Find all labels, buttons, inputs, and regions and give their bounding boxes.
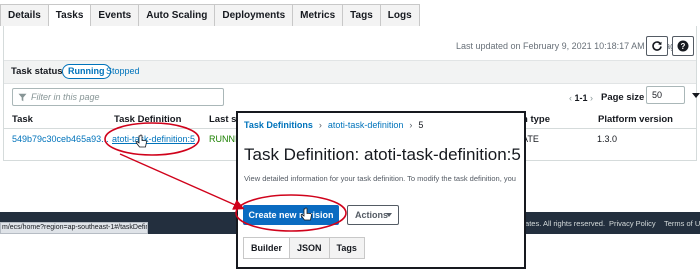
task-definition-overlay: Task Definitions › atoti-task-definition › 5… — [236, 111, 526, 269]
help-icon: ? — [677, 40, 689, 52]
status-running-toggle[interactable]: Running — [62, 64, 111, 79]
annotation-arrow — [119, 153, 245, 210]
refresh-icon — [652, 41, 662, 51]
page-range: 1-1 — [574, 93, 588, 103]
filter-input[interactable]: Filter in this page — [12, 88, 224, 106]
breadcrumb-separator: › — [318, 120, 322, 130]
caret-down-icon — [386, 213, 392, 217]
page-size-label: Page size — [601, 92, 645, 103]
tab-details[interactable]: Details — [0, 4, 49, 26]
breadcrumb-task-family[interactable]: atoti-task-definition — [328, 120, 404, 130]
column-platform-version[interactable]: Platform version — [598, 114, 673, 125]
page-size-select[interactable]: 50 — [646, 86, 700, 104]
actions-label: Actions — [355, 210, 389, 220]
terms-link[interactable]: Terms of Us — [664, 219, 700, 228]
breadcrumb-separator: › — [409, 120, 413, 130]
column-task[interactable]: Task — [12, 114, 33, 125]
task-status-label: Task status: — [11, 66, 66, 77]
breadcrumb: Task Definitions › atoti-task-definition › 5 — [244, 120, 423, 130]
tab-events[interactable]: Events — [91, 4, 140, 26]
footer-rights: ffiliates. All rights reserved. — [516, 219, 606, 228]
task-definition-link[interactable]: atoti-task-definition:5 — [112, 134, 195, 144]
last-status-value: RUNNI — [209, 134, 238, 144]
task-definition-link-text: atoti-task-definition:5 — [112, 134, 196, 144]
breadcrumb-task-definitions[interactable]: Task Definitions — [244, 120, 313, 130]
tab-deployments[interactable]: Deployments — [215, 4, 294, 26]
tab-auto-scaling[interactable]: Auto Scaling — [139, 4, 216, 26]
pagination: ‹ 1-1 › — [569, 93, 593, 103]
status-stopped-link[interactable]: Stopped — [106, 66, 140, 76]
breadcrumb-revision: 5 — [418, 120, 424, 130]
svg-text:?: ? — [681, 42, 686, 51]
refresh-button[interactable] — [646, 36, 668, 56]
task-id-link[interactable]: 549b79c30ceb465a93... — [12, 134, 109, 144]
actions-button[interactable]: Actions — [347, 205, 399, 225]
tab-bar: Details Tasks Events Auto Scaling Deploy… — [0, 4, 420, 27]
column-launch-type[interactable]: h type — [522, 114, 550, 125]
filter-icon — [18, 93, 27, 102]
tab-logs[interactable]: Logs — [380, 4, 420, 26]
create-new-revision-button[interactable]: Create new revision — [243, 205, 339, 225]
page-size-value: 50 — [652, 90, 663, 100]
overlay-tab-bar: Builder JSON Tags — [243, 237, 365, 259]
page-description: View detailed information for your task … — [244, 174, 516, 183]
tab-metrics[interactable]: Metrics — [293, 4, 344, 26]
tab-overlay-tags[interactable]: Tags — [329, 237, 365, 259]
column-task-definition[interactable]: Task Definition — [114, 114, 181, 125]
page-title: Task Definition: atoti-task-definition:5 — [244, 145, 521, 164]
chevron-left-icon[interactable]: ‹ — [569, 93, 572, 103]
platform-version-value: 1.3.0 — [597, 134, 618, 144]
tab-tasks[interactable]: Tasks — [48, 4, 92, 27]
browser-status-url: m/ecs/home?region=ap-southeast-1#/taskDe… — [0, 222, 148, 234]
caret-down-icon — [692, 93, 700, 98]
tab-json[interactable]: JSON — [290, 237, 330, 259]
filter-placeholder: Filter in this page — [31, 92, 100, 102]
tab-tags[interactable]: Tags — [343, 4, 381, 26]
help-button[interactable]: ? — [672, 36, 694, 56]
privacy-policy-link[interactable]: Privacy Policy — [609, 219, 656, 228]
tab-builder[interactable]: Builder — [243, 237, 291, 259]
chevron-right-icon[interactable]: › — [590, 93, 593, 103]
